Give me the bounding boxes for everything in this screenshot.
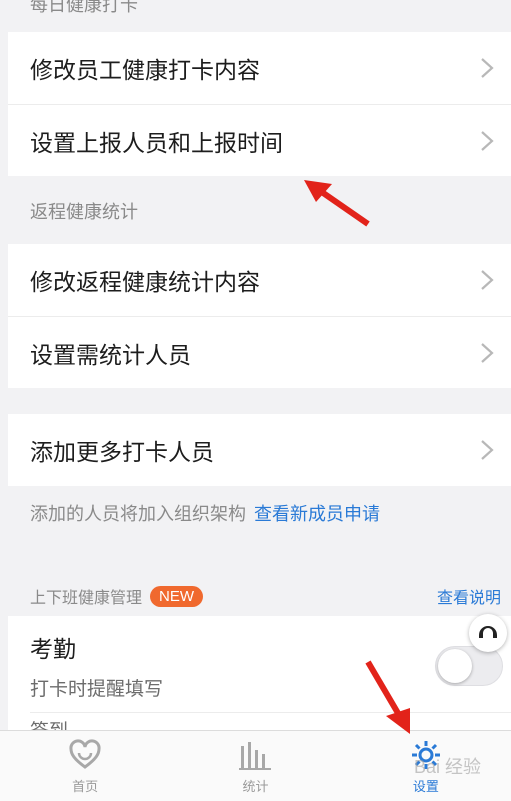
tab-statistics[interactable]: 统计 <box>170 731 340 801</box>
annotation-arrow-down-right <box>365 660 410 734</box>
chevron-right-icon <box>481 58 494 78</box>
attendance-subtitle: 打卡时提醒填写 <box>30 678 164 700</box>
row-label: 设置需统计人员 <box>30 342 191 369</box>
attendance-reminder-toggle[interactable] <box>435 646 503 686</box>
view-help-link[interactable]: 查看说明 <box>437 584 501 608</box>
attendance-header-label: 上下班健康管理 <box>30 588 143 607</box>
add-members-note: 添加的人员将加入组织架构 查看新成员申请 <box>0 500 511 530</box>
set-reporters-row[interactable]: 设置上报人员和上报时间 <box>8 104 511 176</box>
row-label: 添加更多打卡人员 <box>30 440 214 466</box>
row-label: 修改员工健康打卡内容 <box>30 58 260 84</box>
chevron-right-icon <box>481 270 494 290</box>
daily-section-header: 每日健康打卡 <box>30 0 138 16</box>
tab-label: 首页 <box>72 780 99 795</box>
toggle-knob <box>438 649 472 683</box>
attendance-title: 考勤 <box>30 637 76 663</box>
return-settings-group: 修改返程健康统计内容 设置需统计人员 <box>8 244 511 388</box>
customer-service-icon[interactable] <box>469 614 507 652</box>
set-stat-members-row[interactable]: 设置需统计人员 <box>8 316 511 388</box>
tab-home[interactable]: 首页 <box>0 731 170 801</box>
attendance-section-header: 上下班健康管理 NEW 查看说明 <box>0 578 511 614</box>
chevron-right-icon <box>481 342 494 363</box>
chevron-right-icon <box>481 130 494 151</box>
tab-label: 统计 <box>242 780 269 795</box>
clipped-row-label[interactable]: 签到 <box>30 716 68 730</box>
note-text: 添加的人员将加入组织架构 <box>30 504 246 525</box>
chevron-right-icon <box>481 440 494 460</box>
row-label: 修改返程健康统计内容 <box>30 270 260 296</box>
view-new-member-requests-link[interactable]: 查看新成员申请 <box>254 504 380 525</box>
return-section-header: 返程健康统计 <box>30 202 138 223</box>
watermark: Bai 经验 <box>413 757 481 777</box>
annotation-arrow-up-left <box>304 180 370 227</box>
add-members-group: 添加更多打卡人员 <box>8 414 511 486</box>
add-more-checkin-members-row[interactable]: 添加更多打卡人员 <box>8 414 511 486</box>
row-label: 设置上报人员和上报时间 <box>30 130 283 157</box>
divider <box>30 712 511 713</box>
new-badge: NEW <box>150 585 204 607</box>
edit-return-stats-row[interactable]: 修改返程健康统计内容 <box>8 244 511 316</box>
attendance-card: 考勤 打卡时提醒填写 签到 <box>8 616 511 730</box>
heart-icon <box>69 739 101 769</box>
daily-settings-group: 修改员工健康打卡内容 设置上报人员和上报时间 <box>8 32 511 176</box>
edit-employee-checkin-row[interactable]: 修改员工健康打卡内容 <box>8 32 511 104</box>
bar-chart-icon <box>239 742 272 770</box>
